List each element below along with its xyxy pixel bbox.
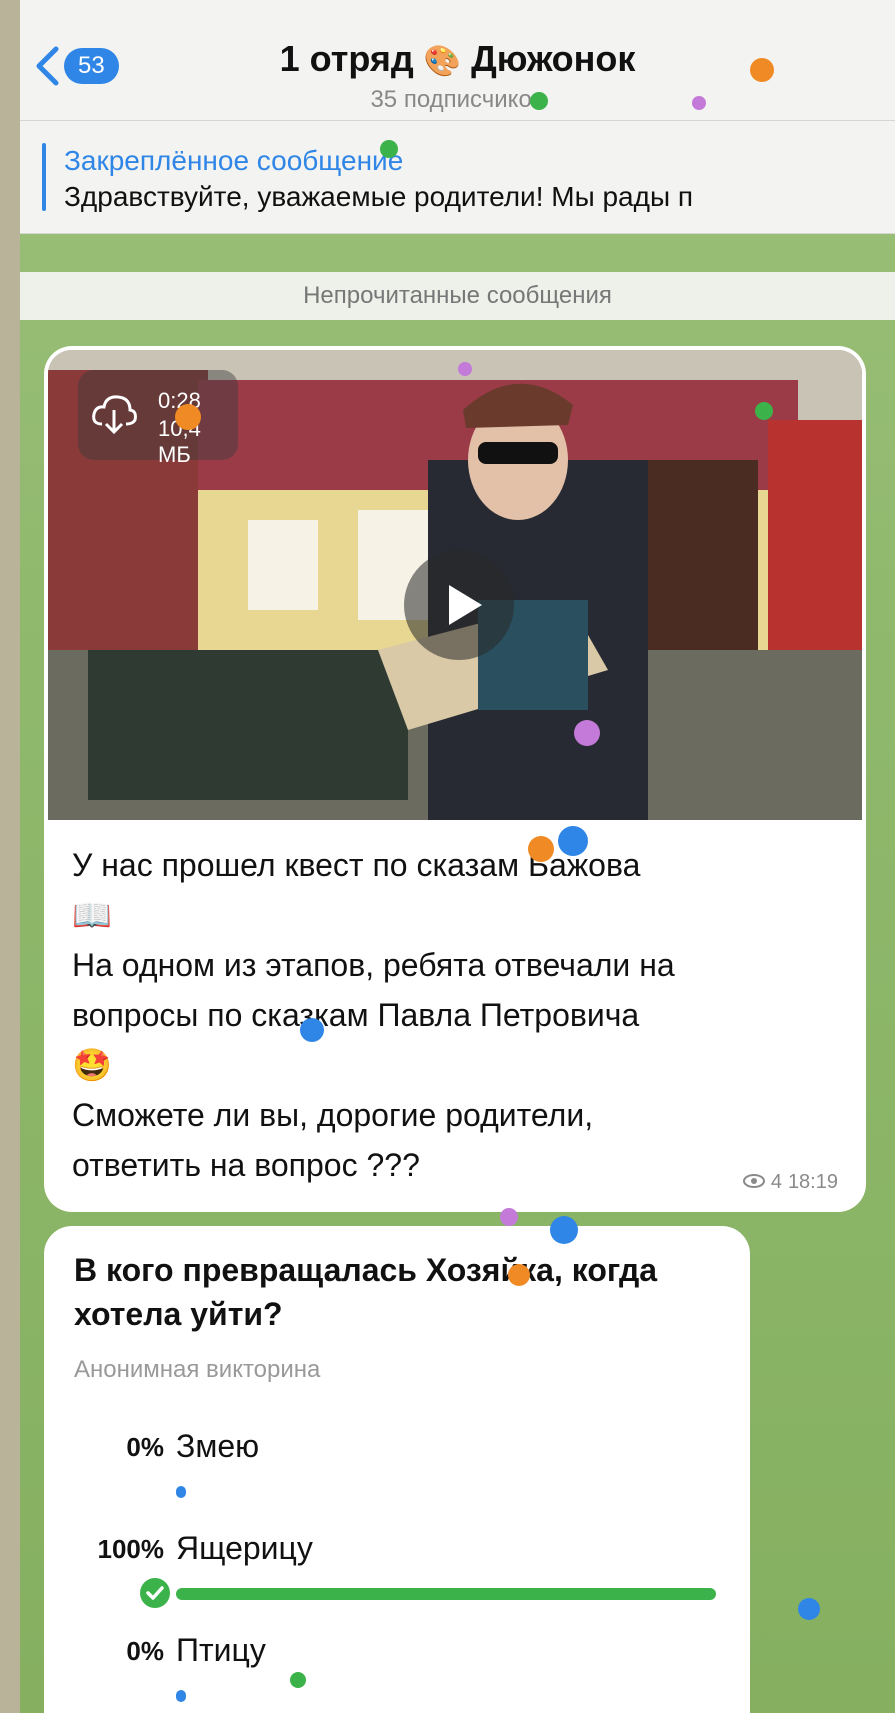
poll-option[interactable]: 0% Птицу <box>44 1632 750 1713</box>
check-icon <box>140 1578 170 1608</box>
pinned-message[interactable]: Закреплённое сообщение Здравствуйте, ува… <box>20 121 895 234</box>
play-icon <box>449 585 482 625</box>
confetti-dot <box>550 1216 578 1244</box>
confetti-dot <box>798 1598 820 1620</box>
message-line: Сможете ли вы, дорогие родители, <box>72 1097 594 1133</box>
confetti-dot <box>175 404 201 430</box>
confetti-dot <box>750 58 774 82</box>
download-icon[interactable] <box>90 392 138 441</box>
poll-result-bar <box>176 1690 186 1702</box>
play-button[interactable] <box>404 550 514 660</box>
poll-bubble: В кого превращалась Хозяйка, когда хотел… <box>44 1226 750 1713</box>
confetti-dot <box>300 1018 324 1042</box>
poll-option[interactable]: 0% Змею <box>44 1428 750 1512</box>
eye-icon <box>742 1171 765 1194</box>
confetti-dot <box>574 720 600 746</box>
confetti-dot <box>530 92 548 110</box>
video-info: 0:28 10,4 МБ <box>78 370 238 467</box>
confetti-dot <box>508 1264 530 1286</box>
poll-question: В кого превращалась Хозяйка, когда хотел… <box>74 1252 658 1332</box>
video-thumbnail[interactable]: 0:28 10,4 МБ <box>48 350 862 820</box>
poll-result-bar <box>176 1486 186 1498</box>
poll-result-bar <box>176 1588 716 1600</box>
chat-screen: 53 1 отряд 🎨 Дюжонок 35 подписчиков Закр… <box>20 0 895 1713</box>
view-count: 4 <box>770 1171 782 1193</box>
message-line: У нас прошел квест по сказам Бажова <box>72 847 641 883</box>
message-text: У нас прошел квест по сказам Бажова 📖 На… <box>72 840 852 1190</box>
message-line: вопросы по сказкам Павла Петровича <box>72 997 640 1033</box>
chat-title-suffix: Дюжонок <box>471 38 636 79</box>
pinned-indicator <box>42 143 46 211</box>
subscriber-count: 35 подписчиков <box>370 86 545 113</box>
poll-option-label: Змею <box>176 1428 260 1464</box>
poll-type: Анонимная викторина <box>74 1356 321 1383</box>
palette-emoji: 🎨 <box>423 45 462 78</box>
confetti-dot <box>380 140 398 158</box>
confetti-dot <box>692 96 706 110</box>
poll-option-percent: 0% <box>126 1432 164 1462</box>
confetti-dot <box>558 826 588 856</box>
book-emoji: 📖 <box>72 897 112 933</box>
confetti-dot <box>500 1208 518 1226</box>
pinned-title: Закреплённое сообщение <box>64 145 404 176</box>
pinned-text: Здравствуйте, уважаемые родители! Мы рад… <box>64 181 694 212</box>
confetti-dot <box>528 836 554 862</box>
message-bubble: 0:28 10,4 МБ У нас прошел квест по сказа… <box>44 346 866 1212</box>
poll-option-label: Птицу <box>176 1632 266 1668</box>
poll-option-percent: 0% <box>126 1636 164 1666</box>
poll-option[interactable]: 100% Ящерицу <box>44 1530 750 1614</box>
unread-divider: Непрочитанные сообщения <box>20 272 895 320</box>
confetti-dot <box>290 1672 306 1688</box>
message-meta: 4 18:19 <box>742 1171 838 1194</box>
confetti-dot <box>458 362 472 376</box>
confetti-dot <box>755 402 773 420</box>
message-time: 18:19 <box>787 1171 838 1193</box>
poll-option-percent: 100% <box>97 1534 165 1564</box>
star-eyes-emoji: 🤩 <box>72 1047 112 1083</box>
message-line: ответить на вопрос ??? <box>72 1147 420 1183</box>
chat-title-prefix: 1 отряд <box>279 38 414 79</box>
poll-option-label: Ящерицу <box>176 1530 313 1566</box>
message-line: На одном из этапов, ребята отвечали на <box>72 947 675 983</box>
